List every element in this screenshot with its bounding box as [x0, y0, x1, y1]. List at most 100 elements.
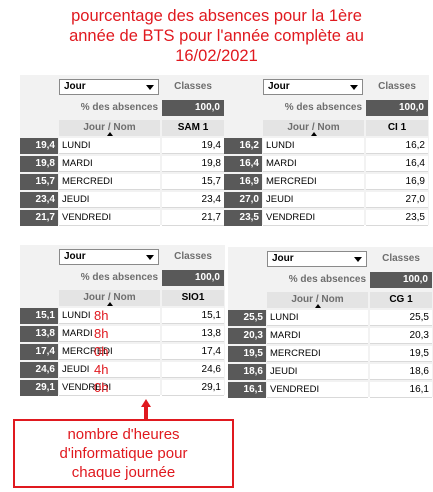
- day-label: MERCREDI: [59, 344, 160, 360]
- row-total: 20,3: [228, 328, 266, 344]
- day-label: LUNDI: [267, 310, 368, 326]
- day-label: JEUDI: [267, 364, 368, 380]
- day-label: MERCREDI: [263, 174, 364, 190]
- day-label: LUNDI: [59, 308, 160, 324]
- row-total: 15,1: [20, 308, 58, 324]
- page-title: pourcentage des absences pour la 1ère an…: [0, 6, 433, 66]
- table-row: 19,5 MERCREDI 19,5: [228, 346, 433, 362]
- chevron-down-icon[interactable]: [146, 255, 154, 260]
- day-label: JEUDI: [59, 362, 160, 378]
- class-value: 16,2: [366, 138, 428, 154]
- class-value: 23,4: [162, 192, 224, 208]
- class-column-header[interactable]: CI 1: [366, 120, 428, 136]
- day-dropdown[interactable]: Jour: [59, 79, 159, 95]
- measure-label: % des absences: [80, 272, 158, 283]
- row-field-header[interactable]: Jour / Nom: [263, 120, 364, 136]
- table-row: 23,5 VENDREDI 23,5: [224, 210, 429, 226]
- sort-arrow-icon[interactable]: [311, 132, 317, 136]
- day-label: MARDI: [263, 156, 364, 172]
- title-line-3: 16/02/2021: [175, 47, 258, 65]
- row-field-header[interactable]: Jour / Nom: [267, 292, 368, 308]
- annotation-line-2: d'informatique pour: [59, 445, 188, 462]
- day-label: VENDREDI: [263, 210, 364, 226]
- hours-annotation: 8h: [94, 326, 109, 341]
- table-row: 24,6 JEUDI 24,6 4h: [20, 362, 225, 378]
- class-value: 24,6: [162, 362, 224, 378]
- table-row: 17,4 MERCREDI 17,4 0h: [20, 344, 225, 360]
- measure-label: % des absences: [284, 102, 362, 113]
- arrow-shaft: [144, 406, 148, 420]
- class-value: 16,1: [370, 382, 432, 398]
- row-total: 13,8: [20, 326, 58, 342]
- annotation-callout: nombre d'heures d'informatique pour chaq…: [13, 419, 234, 488]
- day-label: MARDI: [59, 156, 160, 172]
- row-total: 24,6: [20, 362, 58, 378]
- classes-field-header[interactable]: Classes: [162, 78, 224, 96]
- day-label: MERCREDI: [59, 174, 160, 190]
- class-value: 19,4: [162, 138, 224, 154]
- table-row: 19,8 MARDI 19,8: [20, 156, 225, 172]
- row-total: 23,4: [20, 192, 58, 208]
- row-total: 19,5: [228, 346, 266, 362]
- day-dropdown[interactable]: Jour: [263, 79, 363, 95]
- measure-label: % des absences: [288, 274, 366, 285]
- classes-field-header[interactable]: Classes: [370, 250, 432, 268]
- class-value: 16,9: [366, 174, 428, 190]
- day-label: MARDI: [267, 328, 368, 344]
- class-value: 16,4: [366, 156, 428, 172]
- day-label: LUNDI: [263, 138, 364, 154]
- table-row: 29,1 VENDREDI 29,1 0h: [20, 380, 225, 396]
- row-total: 16,2: [224, 138, 262, 154]
- row-field-header[interactable]: Jour / Nom: [59, 120, 160, 136]
- measure-label: % des absences: [80, 102, 158, 113]
- hours-annotation: 4h: [94, 362, 109, 377]
- pivot-table-cg1: Jour Classes % des absences 100,0 Jour /…: [228, 247, 433, 398]
- day-label: LUNDI: [59, 138, 160, 154]
- title-line-2: année de BTS pour l'année complète au: [69, 27, 364, 45]
- row-total: 19,8: [20, 156, 58, 172]
- table-row: 15,7 MERCREDI 15,7: [20, 174, 225, 190]
- class-value: 21,7: [162, 210, 224, 226]
- chevron-down-icon[interactable]: [354, 257, 362, 262]
- row-total: 16,4: [224, 156, 262, 172]
- row-total: 16,9: [224, 174, 262, 190]
- class-column-header[interactable]: SAM 1: [162, 120, 224, 136]
- day-dropdown[interactable]: Jour: [267, 251, 367, 267]
- chevron-down-icon[interactable]: [146, 85, 154, 90]
- title-line-1: pourcentage des absences pour la 1ère: [71, 7, 362, 25]
- class-value: 18,6: [370, 364, 432, 380]
- day-label: VENDREDI: [59, 380, 160, 396]
- classes-field-header[interactable]: Classes: [366, 78, 428, 96]
- row-total: 29,1: [20, 380, 58, 396]
- class-column-header[interactable]: CG 1: [370, 292, 432, 308]
- sort-arrow-icon[interactable]: [315, 304, 321, 308]
- class-value: 27,0: [366, 192, 428, 208]
- class-value: 19,8: [162, 156, 224, 172]
- class-value: 15,1: [162, 308, 224, 324]
- dropdown-value: Jour: [64, 251, 86, 262]
- chevron-down-icon[interactable]: [350, 85, 358, 90]
- annotation-line-1: nombre d'heures: [67, 426, 180, 443]
- dropdown-value: Jour: [268, 81, 290, 92]
- row-field-header[interactable]: Jour / Nom: [59, 290, 160, 306]
- measure-total: 100,0: [366, 100, 428, 116]
- class-value: 23,5: [366, 210, 428, 226]
- classes-field-header[interactable]: Classes: [162, 248, 224, 266]
- table-row: 27,0 JEUDI 27,0: [224, 192, 429, 208]
- table-row: 16,2 LUNDI 16,2: [224, 138, 429, 154]
- day-label: JEUDI: [59, 192, 160, 208]
- table-row: 23,4 JEUDI 23,4: [20, 192, 225, 208]
- measure-total: 100,0: [162, 270, 224, 286]
- class-column-header[interactable]: SIO1: [162, 290, 224, 306]
- day-dropdown[interactable]: Jour: [59, 249, 159, 265]
- row-total: 23,5: [224, 210, 262, 226]
- class-value: 17,4: [162, 344, 224, 360]
- hours-annotation: 0h: [94, 380, 109, 395]
- table-row: 20,3 MARDI 20,3: [228, 328, 433, 344]
- hours-annotation: 0h: [94, 344, 109, 359]
- sort-arrow-icon[interactable]: [107, 132, 113, 136]
- row-total: 15,7: [20, 174, 58, 190]
- class-value: 19,5: [370, 346, 432, 362]
- table-row: 19,4 LUNDI 19,4: [20, 138, 225, 154]
- sort-arrow-icon[interactable]: [107, 302, 113, 306]
